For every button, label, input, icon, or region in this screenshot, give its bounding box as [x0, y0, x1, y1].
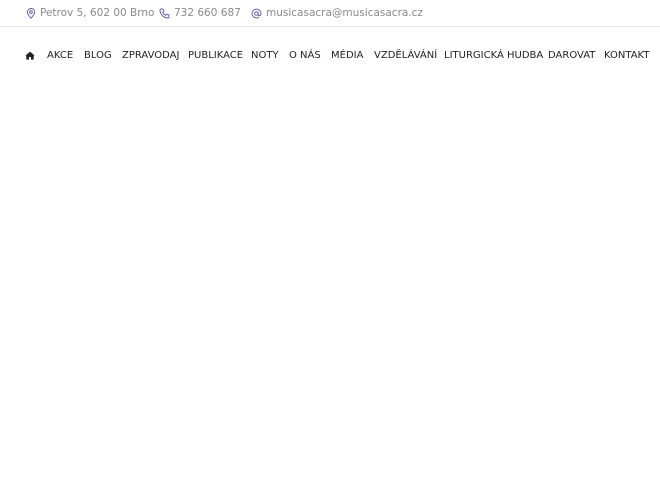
nav-zpravodaj[interactable]: ZPRAVODAJ [122, 44, 179, 66]
nav-home[interactable] [25, 44, 35, 66]
phone-icon [159, 8, 170, 18]
nav-darovat[interactable]: DAROVAT [548, 44, 595, 66]
nav-noty[interactable]: NOTY [251, 44, 279, 66]
nav-publikace[interactable]: PUBLIKACE [188, 44, 243, 66]
nav-o-nas[interactable]: O NÁS [289, 44, 321, 66]
nav-blog[interactable]: BLOG [84, 44, 112, 66]
phone-text: 732 660 687 [174, 7, 241, 19]
nav-kontakt[interactable]: KONTAKT [604, 44, 649, 66]
address-contact[interactable]: Petrov 5, 602 00 Brno [26, 0, 154, 26]
phone-contact[interactable]: 732 660 687 [159, 0, 241, 26]
main-navigation: AKCE BLOG ZPRAVODAJ PUBLIKACE NOTY O NÁS… [0, 44, 660, 66]
nav-akce[interactable]: AKCE [47, 44, 73, 66]
home-icon [25, 51, 35, 60]
top-contact-bar: Petrov 5, 602 00 Brno 732 660 687 musica… [0, 0, 660, 27]
address-text: Petrov 5, 602 00 Brno [40, 7, 155, 19]
nav-liturgicka-hudba[interactable]: LITURGICKÁ HUDBA [444, 44, 543, 66]
map-pin-icon [26, 7, 36, 19]
nav-media[interactable]: MÉDIA [331, 44, 363, 66]
email-text: musicasacra@musicasacra.cz [266, 7, 423, 19]
email-contact[interactable]: musicasacra@musicasacra.cz [251, 0, 423, 26]
at-sign-icon [251, 8, 262, 18]
nav-vzdelavani[interactable]: VZDĚLÁVÁNÍ [374, 44, 437, 66]
